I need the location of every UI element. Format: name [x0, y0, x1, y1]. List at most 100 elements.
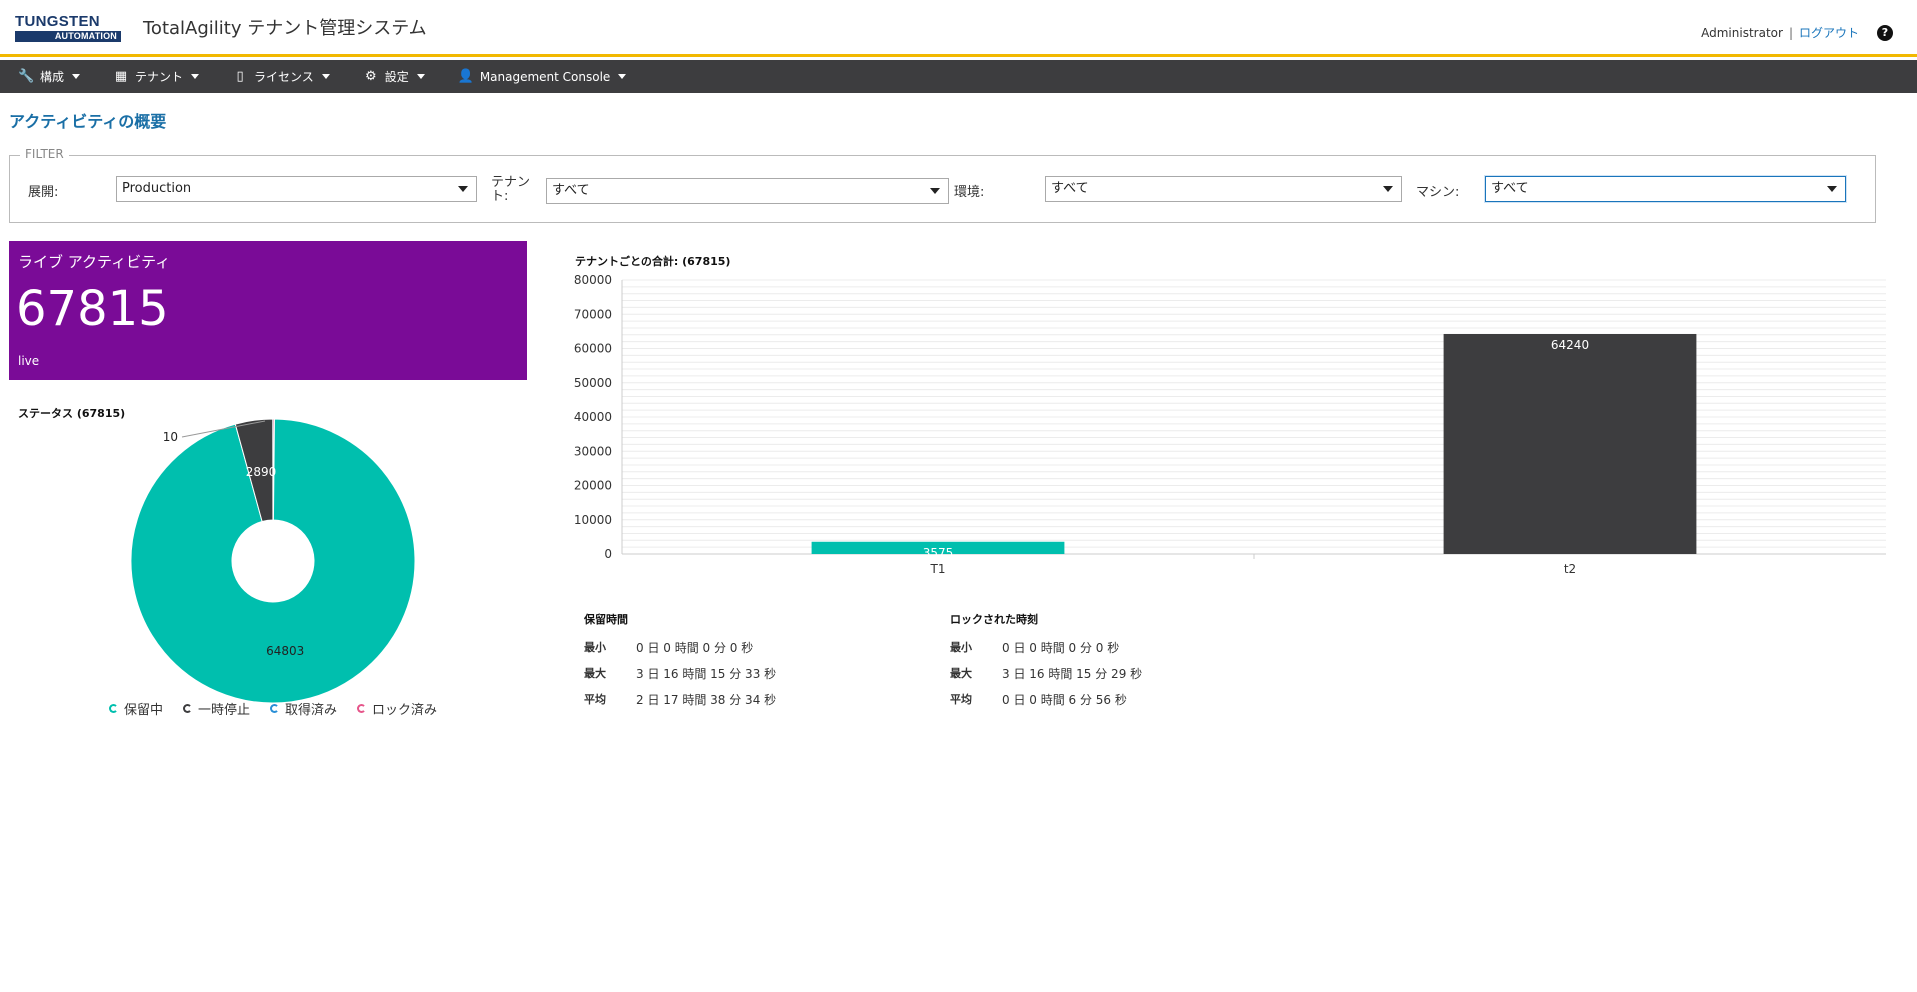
app-header: TUNGSTEN AUTOMATION TotalAgility テナント管理シ…	[0, 0, 1917, 57]
hold-time-title: 保留時間	[584, 613, 628, 626]
legend-swatch-icon	[270, 704, 280, 713]
legend-swatch-icon	[183, 704, 193, 713]
nav-settings[interactable]: ⚙ 設定	[363, 68, 425, 85]
legend-item-pending[interactable]: 保留中	[109, 699, 163, 718]
tenant-chart-title: テナントごとの合計: (67815)	[575, 255, 731, 268]
stat-key: 最小	[950, 641, 972, 654]
donut-value-label: 2890	[246, 465, 277, 479]
grid-icon: ▦	[114, 69, 128, 84]
bar-value-label: 64240	[1551, 338, 1589, 352]
x-tick-label: T1	[930, 562, 946, 576]
y-tick-label: 30000	[574, 444, 612, 458]
logo-bottom-text: AUTOMATION	[15, 31, 121, 42]
locked-time-title: ロックされた時刻	[950, 613, 1038, 626]
nav-config[interactable]: 🔧 構成	[18, 68, 81, 85]
y-tick-label: 10000	[574, 513, 612, 527]
machine-label: マシン:	[1416, 185, 1460, 200]
machine-select[interactable]: すべて	[1485, 176, 1846, 202]
page-title: アクティビティの概要	[9, 112, 167, 131]
nav-tenant-label: テナント	[135, 70, 184, 84]
caret-down-icon	[191, 74, 200, 79]
user-name: Administrator	[1701, 25, 1783, 40]
status-chart-title: ステータス (67815)	[18, 407, 126, 420]
legend-item-taken[interactable]: 取得済み	[270, 699, 337, 718]
dropdown-arrow-icon	[458, 186, 468, 192]
nav-license[interactable]: ▯ ライセンス	[232, 68, 330, 85]
y-tick-label: 60000	[574, 342, 612, 356]
user-area: Administrator | ログアウト ?	[1701, 24, 1893, 41]
live-activity-title: ライブ アクティビティ	[18, 253, 171, 271]
nav-settings-label: 設定	[384, 70, 409, 84]
legend-label-suspended: 一時停止	[198, 703, 251, 718]
nav-license-label: ライセンス	[254, 70, 314, 84]
environment-label: 環境:	[954, 185, 985, 200]
live-activity-status: live	[18, 354, 40, 368]
dropdown-arrow-icon	[1827, 186, 1837, 192]
caret-down-icon	[72, 74, 81, 79]
stat-value: 2 日 17 時間 38 分 34 秒	[636, 693, 777, 707]
tenant-value: すべて	[552, 183, 590, 198]
tungsten-logo[interactable]: TUNGSTEN AUTOMATION	[15, 13, 121, 42]
legend-label-locked: ロック済み	[372, 703, 438, 718]
filter-legend: FILTER	[20, 147, 69, 161]
license-icon: ▯	[236, 69, 244, 84]
status-legend: 保留中 一時停止 取得済み ロック済み	[109, 699, 437, 718]
user-icon: 👤	[457, 69, 474, 84]
environment-select[interactable]: すべて	[1045, 176, 1402, 202]
logo-top-text: TUNGSTEN	[15, 13, 100, 30]
stat-value: 3 日 16 時間 15 分 29 秒	[1002, 667, 1143, 681]
legend-swatch-icon	[109, 704, 118, 713]
nav-config-label: 構成	[40, 70, 65, 84]
help-icon[interactable]: ?	[1877, 24, 1893, 41]
bar-t2[interactable]	[1443, 333, 1697, 554]
legend-label-pending: 保留中	[124, 703, 164, 718]
nav-tenant[interactable]: ▦ テナント	[113, 68, 200, 85]
legend-swatch-icon	[357, 704, 367, 713]
stat-value: 0 日 0 時間 0 分 0 秒	[636, 641, 754, 655]
nav-management-console[interactable]: 👤 Management Console	[458, 69, 627, 84]
y-tick-label: 80000	[574, 273, 612, 287]
nav-management-console-label: Management Console	[479, 69, 611, 84]
status-donut-chart: 64803 2890 10	[130, 418, 416, 704]
wrench-icon: 🔧	[18, 69, 35, 84]
stat-value: 0 日 0 時間 6 分 56 秒	[1002, 693, 1127, 707]
stat-value: 3 日 16 時間 15 分 33 秒	[636, 667, 777, 681]
y-tick-label: 70000	[574, 307, 612, 321]
y-tick-label: 40000	[574, 410, 612, 424]
stat-row: 最大 3 日 16 時間 15 分 33 秒	[584, 665, 776, 691]
hold-time-stats: 保留時間 最小 0 日 0 時間 0 分 0 秒 最大 3 日 16 時間 15…	[584, 611, 776, 717]
stat-row: 最大 3 日 16 時間 15 分 29 秒	[950, 665, 1142, 691]
app-title: TotalAgility テナント管理システム	[143, 18, 427, 39]
y-tick-label: 20000	[574, 479, 612, 493]
donut-value-label: 10	[163, 430, 178, 444]
stat-row: 平均 0 日 0 時間 6 分 56 秒	[950, 691, 1142, 717]
legend-item-locked[interactable]: ロック済み	[357, 699, 437, 718]
machine-value: すべて	[1491, 181, 1529, 196]
dropdown-arrow-icon	[930, 188, 940, 194]
filter-panel: FILTER 展開: Production テナント: すべて 環境: すべて …	[9, 147, 1876, 223]
legend-item-suspended[interactable]: 一時停止	[183, 699, 250, 718]
y-tick-label: 50000	[574, 376, 612, 390]
user-separator: |	[1788, 25, 1793, 40]
tenant-bar-chart: 0 10000 20000 30000 40000 50000 60000 70000 8000…	[574, 273, 1886, 576]
environment-value: すべて	[1051, 181, 1089, 196]
gear-icon: ⚙	[364, 69, 377, 84]
caret-down-icon	[618, 74, 627, 79]
stat-key: 最小	[584, 641, 606, 654]
stat-value: 0 日 0 時間 0 分 0 秒	[1002, 641, 1120, 655]
stat-row: 最小 0 日 0 時間 0 分 0 秒	[584, 639, 776, 665]
legend-label-taken: 取得済み	[285, 703, 338, 718]
logout-link[interactable]: ログアウト	[1799, 24, 1859, 41]
donut-value-label: 64803	[266, 644, 304, 658]
deployment-select[interactable]: Production	[116, 176, 477, 202]
tenant-select[interactable]: すべて	[546, 178, 949, 204]
dropdown-arrow-icon	[1383, 186, 1393, 192]
stat-key: 最大	[950, 667, 972, 680]
y-tick-label: 0	[604, 547, 612, 561]
stat-row: 最小 0 日 0 時間 0 分 0 秒	[950, 639, 1142, 665]
stat-key: 最大	[584, 667, 606, 680]
x-tick-label: t2	[1564, 562, 1576, 576]
bar-value-label: 3575	[923, 546, 954, 560]
deployment-label: 展開:	[28, 185, 59, 200]
deployment-value: Production	[122, 181, 192, 196]
